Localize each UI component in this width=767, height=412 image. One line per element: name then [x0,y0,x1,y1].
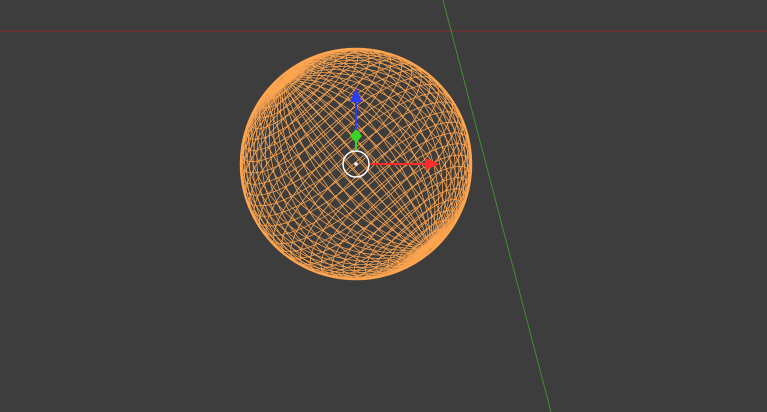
3d-viewport[interactable] [0,0,767,412]
viewport-background [0,0,767,412]
pivot-center-dot [354,162,358,166]
viewport-canvas[interactable] [0,0,767,412]
